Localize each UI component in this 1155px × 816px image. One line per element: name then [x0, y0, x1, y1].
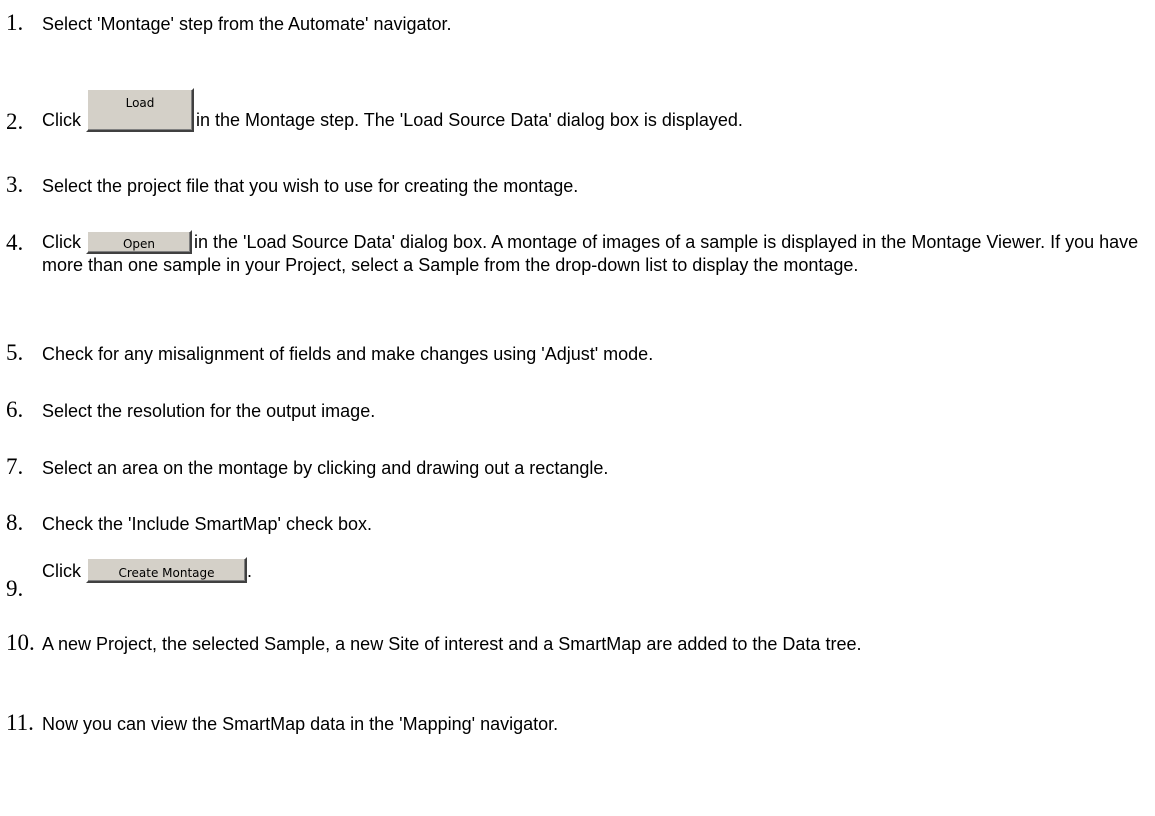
open-button-label: Open [122, 237, 156, 251]
step-text: Select an area on the montage by clickin… [42, 458, 609, 478]
step-text: Click Create Montage. [42, 557, 1142, 583]
step-text: Select 'Montage' step from the Automate'… [42, 14, 452, 34]
step-text: Click Open in the 'Load Source Data' dial… [42, 230, 1142, 277]
create-montage-button-label: Create Montage [118, 566, 215, 580]
step-number: 8. [6, 510, 24, 535]
step-text-before: Click [42, 110, 86, 130]
step-text: Now you can view the SmartMap data in th… [42, 714, 559, 734]
step-text: Select the resolution for the output ima… [42, 401, 376, 421]
open-button[interactable]: Open [86, 230, 192, 254]
step-text: Check the 'Include SmartMap' check box. [42, 514, 373, 534]
step-text: Check for any misalignment of fields and… [42, 344, 654, 364]
step-text-after: in the 'Load Source Data' dialog box. A … [42, 232, 1139, 275]
step-text-before: Click [42, 232, 86, 252]
load-button-label: Load [125, 96, 155, 110]
step-number: 7. [6, 454, 24, 479]
step-number: 4. [6, 230, 24, 255]
step-number: 2. [6, 109, 24, 134]
step-text-after: . [247, 561, 253, 581]
step-text: Click Load in the Montage step. The 'Load… [42, 88, 1142, 132]
load-button[interactable]: Load [86, 88, 194, 132]
step-number: 5. [6, 340, 24, 365]
create-montage-button[interactable]: Create Montage [86, 557, 247, 583]
step-number: 9. [6, 576, 24, 601]
step-number: 10. [6, 630, 35, 655]
step-text: A new Project, the selected Sample, a ne… [42, 634, 862, 654]
step-number: 3. [6, 172, 24, 197]
step-number: 1. [6, 10, 24, 35]
step-text-before: Click [42, 561, 86, 581]
step-number: 11. [6, 710, 34, 735]
step-number: 6. [6, 397, 24, 422]
step-text: Select the project file that you wish to… [42, 176, 579, 196]
step-text-after: in the Montage step. The 'Load Source Da… [196, 110, 743, 130]
